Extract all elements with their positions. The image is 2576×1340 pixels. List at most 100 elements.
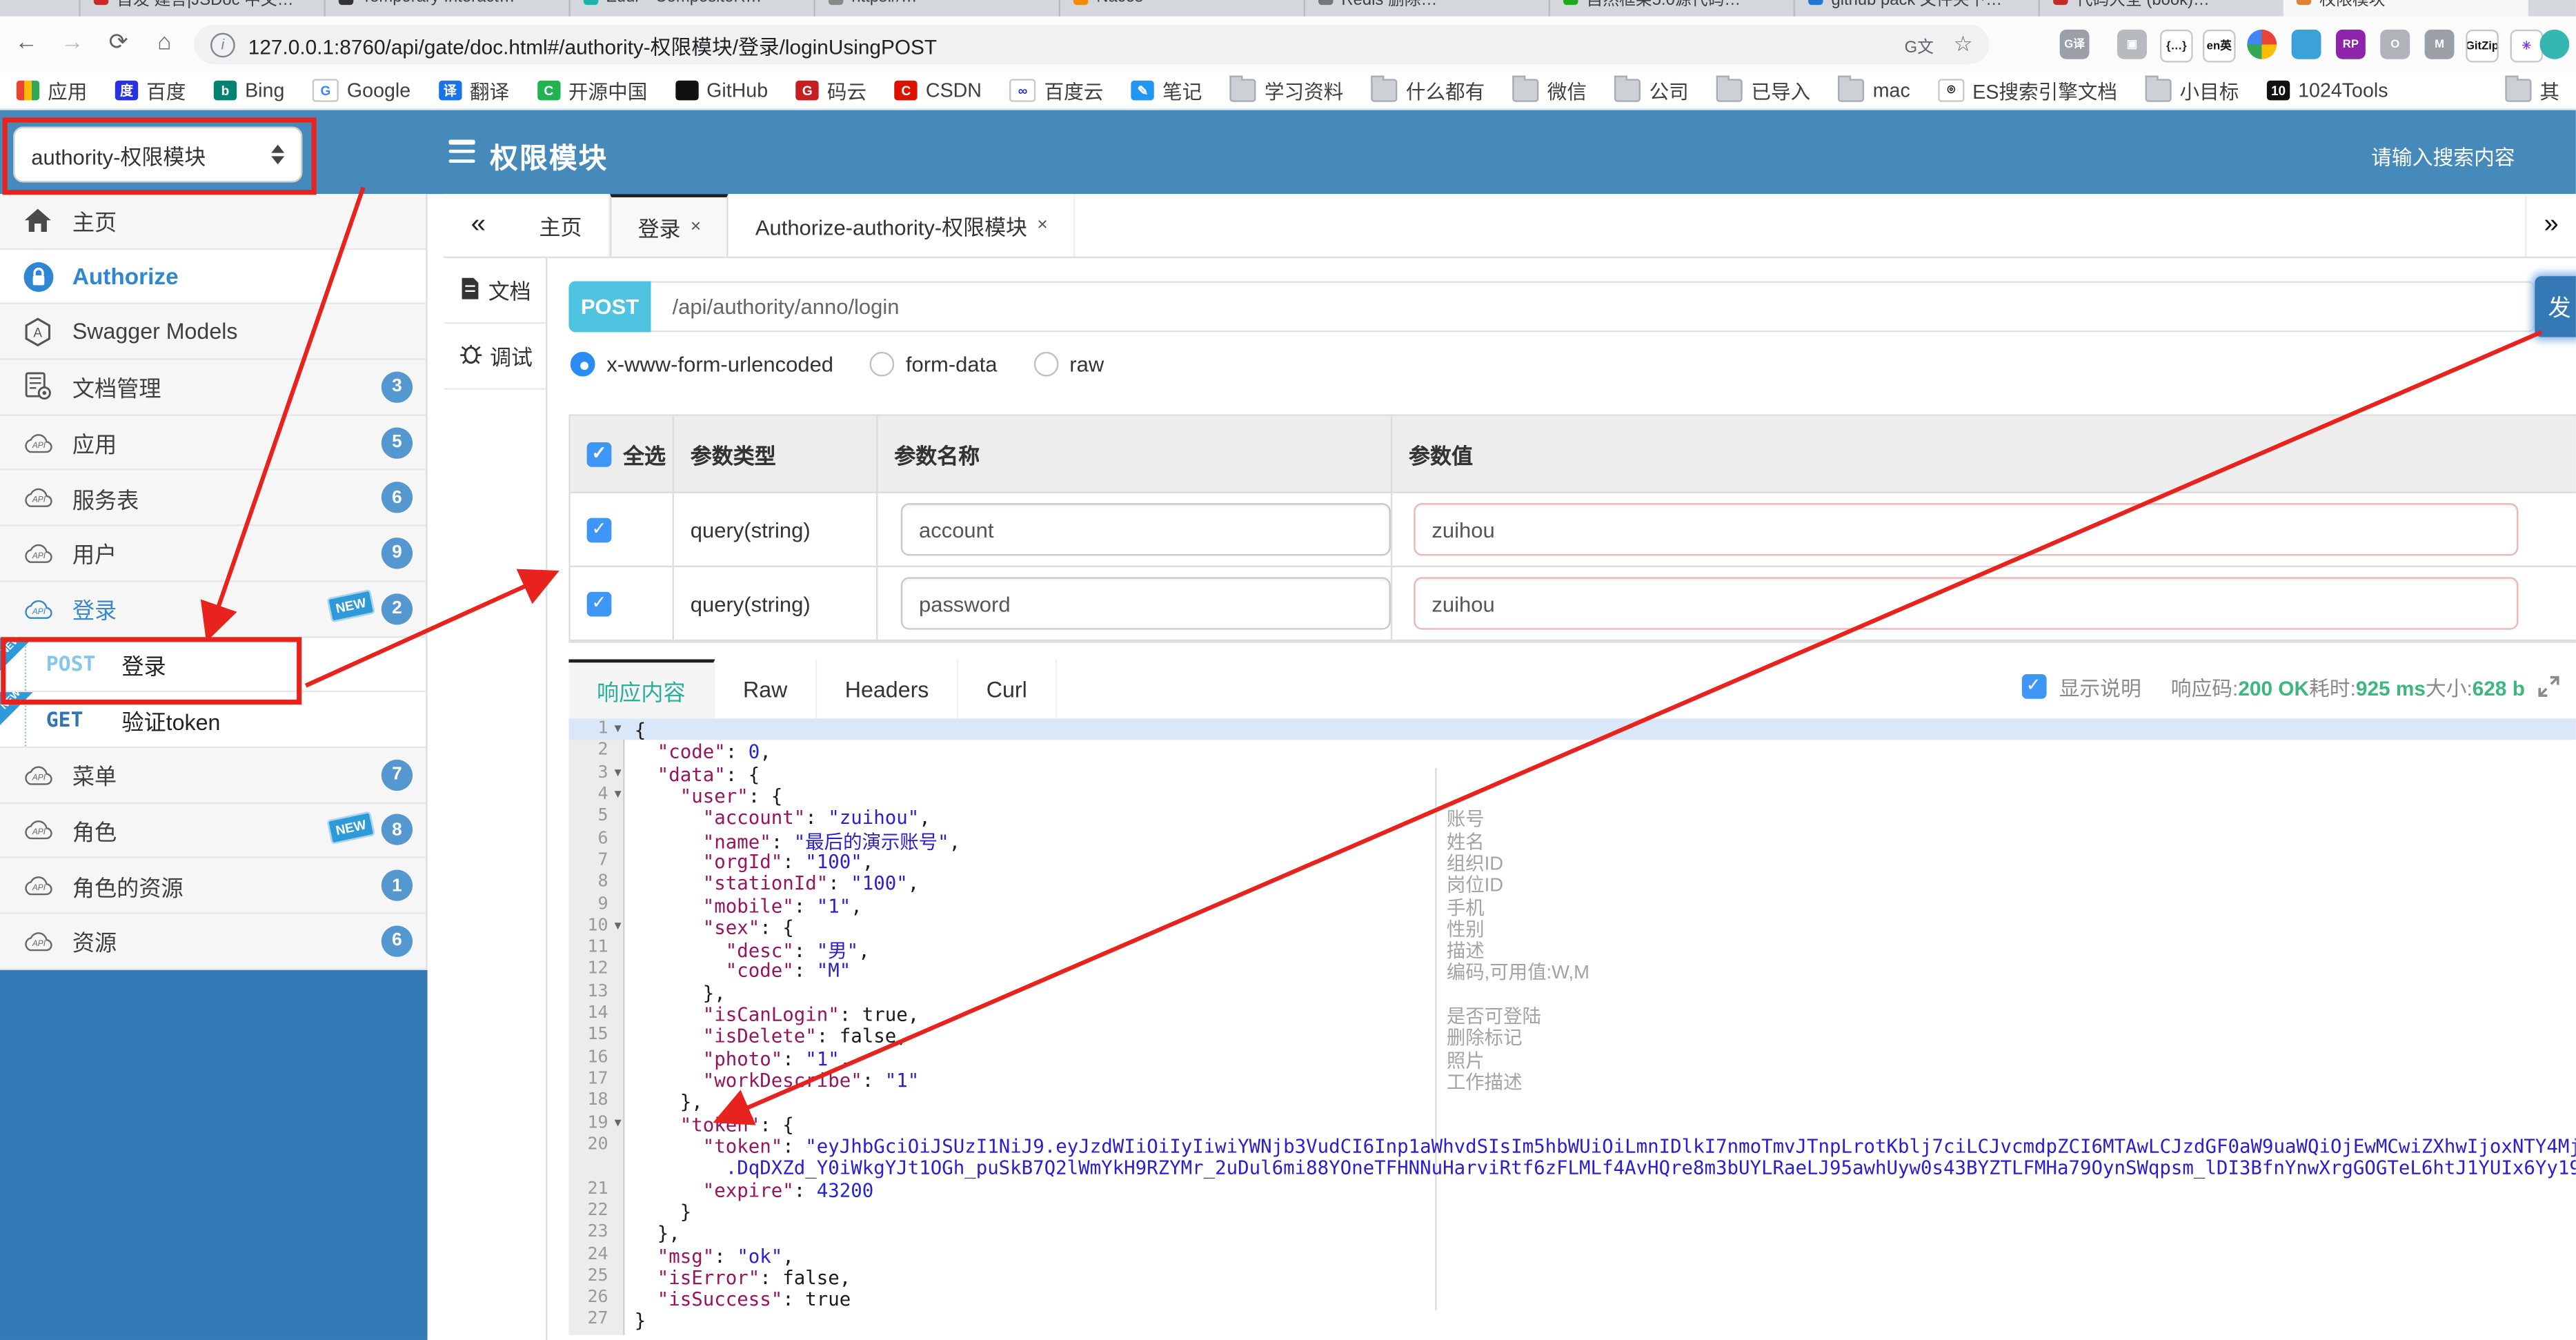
sidebar-op-get[interactable]: NEW GET 验证token [0, 689, 426, 748]
translate-icon[interactable]: G译 [2059, 29, 2090, 59]
browser-tab[interactable]: 首发 建言|JSDoc 中文… × [79, 0, 324, 17]
response-body-viewer[interactable]: 1 ▼{2 "code": 0, 3 ▼ "data": {4 ▼ "user": {5… [568, 718, 2576, 1335]
address-bar[interactable]: i 127.0.0.1:8760/api/gate/doc.html#/auth… [194, 24, 1990, 64]
sidebar-item-登录[interactable]: API 登录 NEW 2 [0, 582, 426, 638]
response-tab-Headers[interactable]: Headers [817, 659, 959, 719]
content-tab[interactable]: Authorize-authority-权限模块 × [729, 194, 1076, 257]
tab-close-icon[interactable]: × [2506, 0, 2515, 5]
sidebar-item-资源[interactable]: API 资源 6 [0, 914, 426, 969]
fold-arrow-icon[interactable]: ▼ [615, 765, 622, 778]
body-type-option[interactable]: x-www-form-urlencoded [570, 351, 833, 377]
radio-icon[interactable] [869, 351, 895, 377]
response-tab-响应内容[interactable]: 响应内容 [568, 659, 715, 719]
chrome-icon[interactable] [2247, 29, 2277, 59]
sidebar-item-主页[interactable]: 主页 [0, 194, 426, 250]
bookmark-item[interactable]: GitHub [675, 79, 768, 102]
rp-icon[interactable]: RP [2335, 29, 2366, 59]
asterisk-icon[interactable]: ✳ [2510, 29, 2544, 63]
tab-close-icon[interactable]: × [691, 217, 701, 237]
bookmark-item[interactable]: 微信 [1512, 75, 1587, 105]
tab-close-icon[interactable]: × [1772, 0, 1781, 5]
sidebar-op-post[interactable]: NEW POST 登录 [0, 633, 426, 693]
shield-m-icon[interactable]: M [2424, 29, 2455, 59]
tab-close-icon[interactable]: × [1527, 0, 1536, 5]
response-tab-Raw[interactable]: Raw [715, 659, 818, 719]
bookmark-item[interactable]: 学习资料 [1229, 75, 1343, 105]
content-tab[interactable]: 主页 [513, 194, 611, 257]
tabs-next-button[interactable]: » [2524, 194, 2576, 257]
select-all-checkbox[interactable]: ✓ [586, 441, 612, 466]
content-tab[interactable]: 登录 × [610, 194, 729, 257]
bookmark-item[interactable]: 度百度 [115, 77, 186, 105]
param-name-input[interactable]: account [900, 503, 1391, 556]
gitzip-icon[interactable]: GitZip [2466, 29, 2499, 63]
param-value-input[interactable]: zuihou [1414, 577, 2519, 630]
tab-close-icon[interactable]: × [2261, 0, 2270, 5]
module-select[interactable]: authority-权限模块 [13, 126, 303, 183]
tab-close-icon[interactable]: × [547, 0, 556, 5]
qr-code-icon[interactable]: ▣ [2117, 29, 2147, 59]
braces-icon[interactable]: {…} [2159, 29, 2193, 63]
tab-close-icon[interactable]: × [2017, 0, 2025, 5]
radio-icon[interactable] [1033, 351, 1058, 377]
tabs-prev-button[interactable]: « [444, 194, 513, 257]
sidebar-item-Swagger Models[interactable]: A Swagger Models [0, 304, 426, 360]
show-desc-checkbox[interactable]: ✓ [2021, 673, 2046, 699]
bookmark-item[interactable]: 公司 [1614, 75, 1689, 105]
tab-close-icon[interactable]: × [1037, 215, 1047, 235]
translate-page-icon[interactable]: G文 [1905, 32, 1934, 57]
browser-tab[interactable]: Zuul—CompositeR… × [568, 0, 813, 17]
bookmark-item[interactable]: ⌾ ES搜索引擎文档 [1938, 77, 2117, 105]
reload-icon[interactable]: ⟳ [102, 28, 135, 57]
sidebar-item-菜单[interactable]: API 菜单 7 [0, 747, 426, 804]
sidebar-item-角色[interactable]: API 角色 NEW 8 [0, 803, 426, 859]
bookmark-item[interactable]: ∞ 百度云 [1009, 77, 1103, 105]
fold-arrow-icon[interactable]: ▼ [615, 919, 622, 932]
body-type-option[interactable]: form-data [869, 351, 997, 377]
browser-tab[interactable]: 代码大全 (book)… × [2038, 0, 2283, 17]
bookmark-item[interactable]: 应用 [16, 77, 87, 105]
globe-icon[interactable] [2291, 29, 2321, 59]
home-icon[interactable]: ⌂ [148, 28, 181, 55]
fullscreen-icon[interactable] [2538, 676, 2559, 697]
browser-tab[interactable]: Temporary Interact… × [324, 0, 568, 17]
radio-icon[interactable] [570, 351, 595, 377]
sidebar-item-Authorize[interactable]: Authorize [0, 249, 426, 305]
bookmark-overflow-folder[interactable]: 其 [2505, 75, 2559, 105]
param-checkbox[interactable]: ✓ [586, 591, 612, 616]
sidebar-item-文档管理[interactable]: 文档管理 3 [0, 359, 426, 416]
browser-tab[interactable]: 自然框架5.0源代码… × [1548, 0, 1794, 17]
tab-close-icon[interactable]: × [792, 0, 801, 5]
bookmark-item[interactable]: 已导入 [1716, 75, 1810, 105]
bookmark-item[interactable]: b Bing [213, 79, 284, 102]
browser-tab[interactable]: github pack 文件夹下… × [1793, 0, 2039, 17]
bookmark-item[interactable]: 译翻译 [438, 77, 509, 105]
bookmark-star-icon[interactable]: ☆ [1954, 31, 1973, 57]
param-value-input[interactable]: zuihou [1414, 503, 2519, 556]
bookmark-item[interactable]: 小目标 [2145, 75, 2239, 105]
en-translate-icon[interactable]: en英 [2202, 29, 2236, 63]
response-tab-Curl[interactable]: Curl [958, 659, 1057, 719]
sidebar-item-应用[interactable]: API 应用 5 [0, 415, 426, 471]
bookmark-item[interactable]: 什么都有 [1371, 75, 1485, 105]
sidebar-item-角色的资源[interactable]: API 角色的资源 1 [0, 858, 426, 914]
ring-icon[interactable]: O [2380, 29, 2410, 59]
fold-arrow-icon[interactable]: ▼ [615, 722, 622, 735]
bookmark-item[interactable]: G 码云 [795, 77, 866, 105]
menu-toggle-icon[interactable] [448, 139, 475, 163]
panel-tab-文档[interactable]: 文档 [444, 258, 546, 324]
fold-arrow-icon[interactable]: ▼ [615, 1116, 622, 1129]
sidebar-item-服务表[interactable]: API 服务表 6 [0, 471, 426, 526]
bookmark-item[interactable]: C CSDN [894, 79, 982, 102]
sidebar-item-用户[interactable]: API 用户 9 [0, 526, 426, 582]
bookmark-item[interactable]: mac [1838, 75, 1910, 102]
avatar[interactable] [2539, 29, 2570, 59]
panel-tab-调试[interactable]: 调试 [444, 324, 546, 390]
bookmark-item[interactable]: C 开源中国 [537, 77, 647, 105]
browser-tab[interactable]: https://… × [813, 0, 1058, 17]
param-checkbox[interactable]: ✓ [586, 517, 612, 542]
forward-icon[interactable]: → [56, 28, 89, 55]
body-type-option[interactable]: raw [1033, 351, 1104, 377]
tab-close-icon[interactable]: × [1282, 0, 1291, 5]
bookmark-item[interactable]: 10 1024Tools [2266, 79, 2388, 102]
